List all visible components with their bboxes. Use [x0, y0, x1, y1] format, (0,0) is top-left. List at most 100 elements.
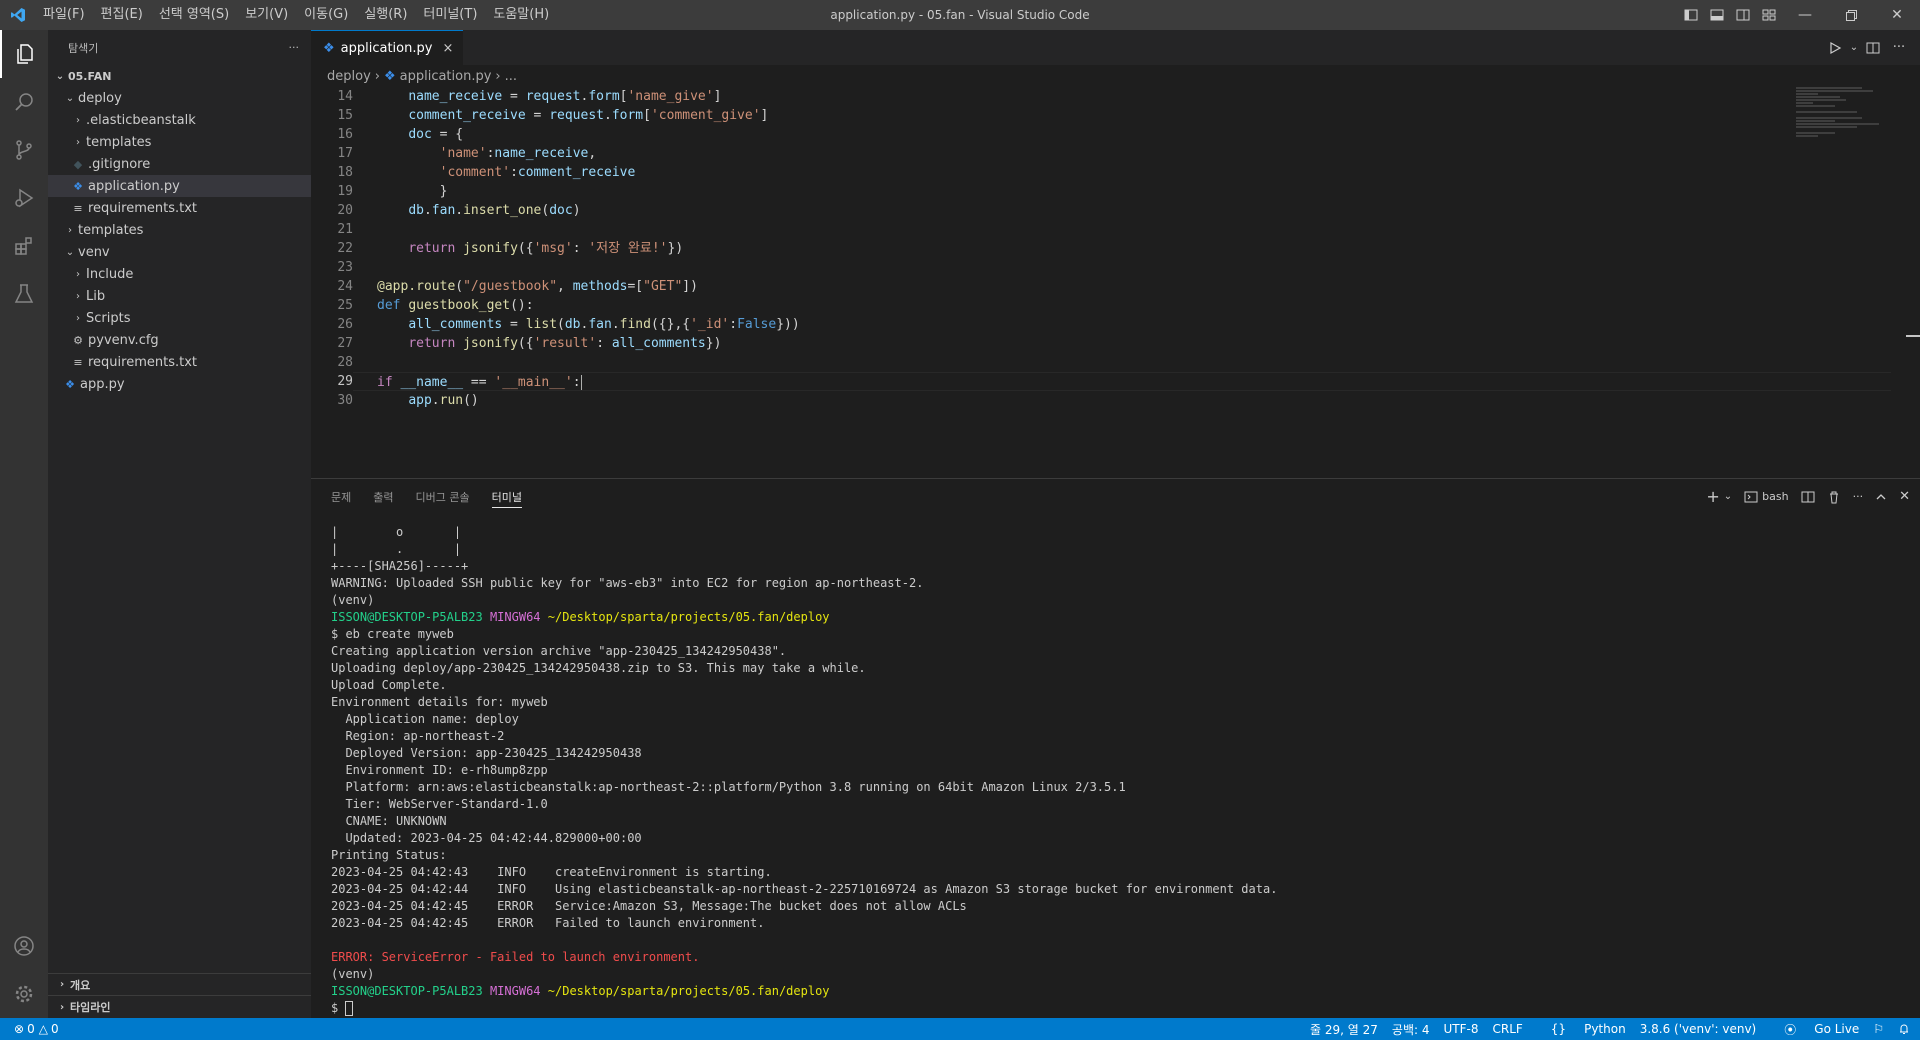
terminal-line: | . |: [331, 542, 462, 556]
breadcrumb-file[interactable]: application.py: [400, 69, 492, 84]
customize-layout-icon[interactable]: [1756, 0, 1782, 30]
cursor-position[interactable]: 줄 29, 열 27: [1310, 1021, 1378, 1038]
menu-selection[interactable]: 선택 영역(S): [151, 0, 237, 30]
more-actions-icon[interactable]: ···: [289, 41, 300, 54]
new-terminal-icon[interactable]: +: [1706, 487, 1719, 506]
run-python-icon[interactable]: [1822, 41, 1848, 55]
tree-file-gitignore[interactable]: ◆ .gitignore: [48, 153, 311, 175]
error-count: 0: [27, 1022, 35, 1036]
problems-status[interactable]: ⊗ 0 △ 0: [14, 1022, 59, 1036]
chevron-right-icon: ›: [59, 1001, 65, 1013]
feedback-icon[interactable]: ⚐: [1873, 1022, 1884, 1036]
line-number: 27: [337, 336, 353, 351]
tree-file-application-py[interactable]: ❖ application.py: [48, 175, 311, 197]
explorer-icon[interactable]: [0, 30, 48, 78]
close-panel-icon[interactable]: ✕: [1899, 489, 1910, 504]
split-terminal-icon[interactable]: [1801, 490, 1815, 504]
code-text: db.fan.insert_one(doc): [408, 203, 581, 218]
chevron-down-icon[interactable]: ⌄: [1848, 42, 1860, 53]
tree-folder-deploy[interactable]: ⌄ deploy: [48, 87, 311, 109]
menu-view[interactable]: 보기(V): [237, 0, 296, 30]
tree-folder-templates[interactable]: › templates: [48, 131, 311, 153]
notifications-bell-icon[interactable]: [1898, 1023, 1910, 1035]
more-actions-icon[interactable]: ···: [1853, 490, 1864, 503]
extensions-icon[interactable]: [0, 222, 48, 270]
line-number: 19: [337, 184, 353, 199]
tree-item-label: pyvenv.cfg: [88, 332, 159, 348]
account-icon[interactable]: [0, 922, 48, 970]
go-live-button[interactable]: ⦿ Go Live: [1770, 1021, 1859, 1038]
menu-bar: 파일(F) 편집(E) 선택 영역(S) 보기(V) 이동(G) 실행(R) 터…: [35, 0, 557, 30]
tree-file-app-py[interactable]: ❖ app.py: [48, 373, 311, 395]
encoding[interactable]: UTF-8: [1444, 1022, 1479, 1036]
tree-file-requirements[interactable]: ≡ requirements.txt: [48, 197, 311, 219]
scrollbar-cursor-marker: [1906, 335, 1920, 337]
python-interpreter[interactable]: 3.8.6 ('venv': venv): [1640, 1022, 1757, 1036]
end-of-line[interactable]: CRLF: [1492, 1022, 1522, 1036]
line-number: 17: [337, 146, 353, 161]
chevron-down-icon[interactable]: ⌄: [1724, 491, 1732, 502]
tab-output[interactable]: 출력: [373, 479, 393, 514]
source-control-icon[interactable]: [0, 126, 48, 174]
line-number: 14: [337, 89, 353, 104]
tree-folder-elasticbeanstalk[interactable]: › .elasticbeanstalk: [48, 109, 311, 131]
indentation[interactable]: 공백: 4: [1392, 1021, 1430, 1038]
run-debug-icon[interactable]: [0, 174, 48, 222]
split-editor-icon[interactable]: [1860, 41, 1886, 55]
code-line: 17 'name':name_receive,: [311, 144, 1891, 163]
timeline-section[interactable]: › 타임라인: [48, 996, 311, 1018]
minimap[interactable]: [1796, 87, 1906, 167]
tree-folder-scripts[interactable]: › Scripts: [48, 307, 311, 329]
tree-file-requirements-venv[interactable]: ≡ requirements.txt: [48, 351, 311, 373]
outline-section[interactable]: › 개요: [48, 974, 311, 996]
line-number: 21: [337, 222, 353, 237]
terminal-shell-selector[interactable]: bash: [1744, 490, 1789, 504]
tab-terminal[interactable]: 터미널: [491, 479, 523, 514]
text-icon: ≡: [73, 201, 83, 215]
tab-problems[interactable]: 문제: [331, 479, 351, 514]
terminal-command: $ eb create myweb: [331, 627, 454, 641]
code-editor[interactable]: 14 name_receive = request.form['name_giv…: [311, 87, 1891, 410]
gear-icon: ⚙: [73, 333, 83, 347]
close-tab-icon[interactable]: ×: [442, 41, 453, 56]
tree-folder-templates-root[interactable]: › templates: [48, 219, 311, 241]
more-actions-icon[interactable]: ···: [1886, 40, 1912, 55]
terminal-input-line[interactable]: $: [331, 1000, 1900, 1017]
tree-item-label: templates: [86, 134, 152, 150]
menu-run[interactable]: 실행(R): [356, 0, 415, 30]
toggle-panel-icon[interactable]: [1704, 0, 1730, 30]
maximize-panel-icon[interactable]: [1875, 491, 1887, 503]
menu-file[interactable]: 파일(F): [35, 0, 93, 30]
restore-icon[interactable]: [1828, 0, 1874, 30]
tree-folder-include[interactable]: › Include: [48, 263, 311, 285]
terminal-output[interactable]: | o | | . | +----[SHA256]-----+ WARNING:…: [331, 524, 1900, 1017]
breadcrumb-folder[interactable]: deploy: [327, 69, 371, 84]
tab-application-py[interactable]: ❖ application.py ×: [311, 30, 464, 65]
tree-item-label: .elasticbeanstalk: [86, 112, 196, 128]
code-line: 15 comment_receive = request.form['comme…: [311, 106, 1891, 125]
tree-folder-lib[interactable]: › Lib: [48, 285, 311, 307]
line-number: 16: [337, 127, 353, 142]
search-icon[interactable]: [0, 78, 48, 126]
minimize-icon[interactable]: —: [1782, 0, 1828, 30]
menu-go[interactable]: 이동(G): [296, 0, 356, 30]
tab-debug-console[interactable]: 디버그 콘솔: [416, 479, 470, 514]
toggle-sidebar-icon[interactable]: [1678, 0, 1704, 30]
breadcrumb-symbol[interactable]: ...: [505, 69, 517, 84]
menu-terminal[interactable]: 터미널(T): [415, 0, 485, 30]
settings-gear-icon[interactable]: [0, 970, 48, 1018]
menu-edit[interactable]: 편집(E): [93, 0, 151, 30]
testing-icon[interactable]: [0, 270, 48, 318]
language-mode[interactable]: {} Python: [1537, 1022, 1626, 1036]
code-line: 23: [311, 258, 1891, 277]
code-text: name_receive = request.form['name_give']: [408, 89, 722, 104]
menu-help[interactable]: 도움말(H): [485, 0, 557, 30]
folder-root[interactable]: ⌄ 05.FAN: [48, 65, 311, 87]
close-window-icon[interactable]: ✕: [1874, 0, 1920, 30]
toggle-secondary-sidebar-icon[interactable]: [1730, 0, 1756, 30]
braces-icon: {}: [1550, 1022, 1567, 1036]
trash-icon[interactable]: [1827, 490, 1841, 504]
terminal-dollar: $: [331, 1001, 346, 1015]
tree-file-pyvenv[interactable]: ⚙ pyvenv.cfg: [48, 329, 311, 351]
tree-folder-venv[interactable]: ⌄ venv: [48, 241, 311, 263]
